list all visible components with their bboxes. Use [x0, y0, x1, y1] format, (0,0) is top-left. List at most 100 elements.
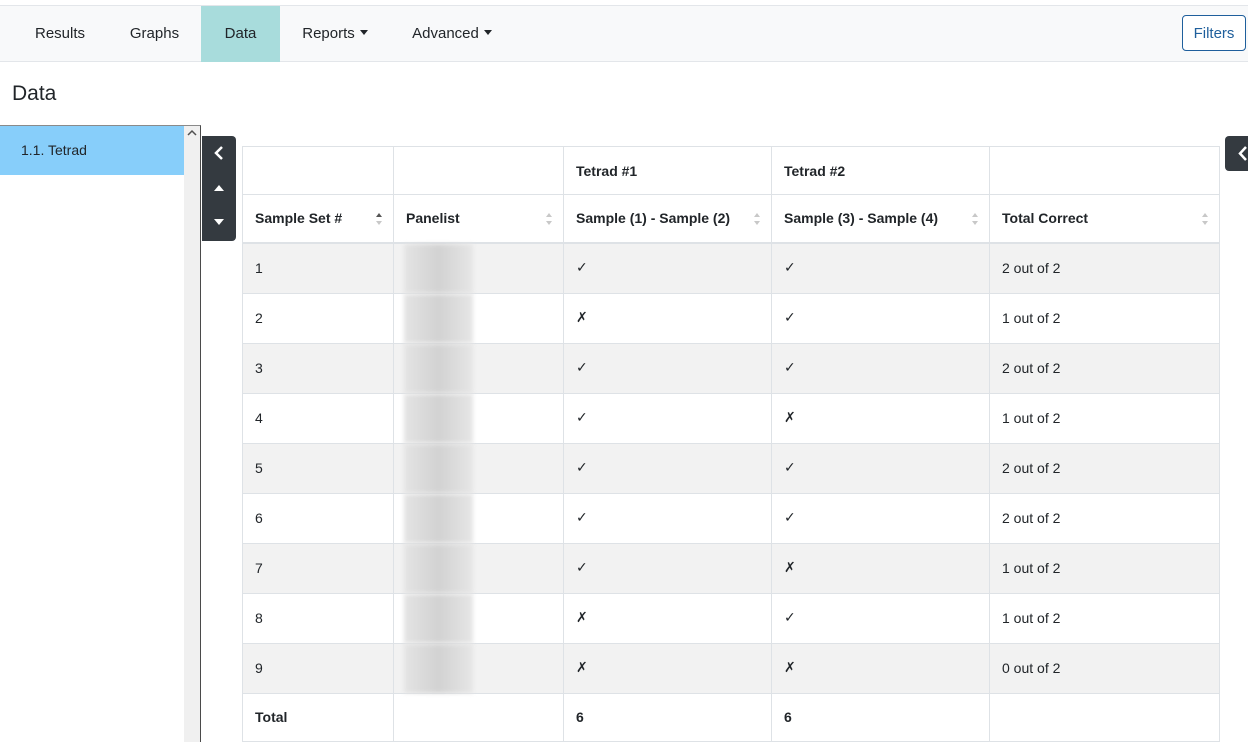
caret-down-icon: [359, 30, 368, 35]
column-header-label: Panelist: [406, 210, 460, 227]
column-header-panelist[interactable]: Panelist: [393, 194, 564, 244]
sample-set-list: 1.1. Tetrad: [0, 125, 201, 742]
cell-sample-set: 3: [242, 342, 394, 394]
cell-sample-set: 6: [242, 492, 394, 544]
cell-panelist: [393, 242, 564, 294]
tab-reports[interactable]: Reports: [290, 6, 380, 62]
cell-tetrad-2: ✓: [771, 292, 990, 344]
data-table: Tetrad #1 Tetrad #2 Sample Set # Panelis…: [242, 146, 1220, 742]
redacted-panelist: [404, 593, 473, 643]
group-header-tetrad-2: Tetrad #2: [771, 146, 990, 195]
cell-sample-set: 2: [242, 292, 394, 344]
filters-button[interactable]: Filters: [1182, 15, 1246, 51]
sort-arrows-icon[interactable]: [1201, 212, 1209, 226]
cell-tetrad-2: ✗: [771, 642, 990, 694]
cell-total-correct: 2 out of 2: [989, 342, 1220, 394]
table-row: 8 ✗ ✓ 1 out of 2: [242, 592, 1220, 644]
column-header-label: Total Correct: [1002, 210, 1089, 227]
caret-down-icon: [483, 30, 492, 35]
sort-arrows-icon[interactable]: [375, 212, 383, 226]
scroll-up-icon[interactable]: [187, 128, 197, 138]
redacted-panelist: [404, 443, 473, 493]
cell-tetrad-1: ✓: [563, 492, 772, 544]
cell-panelist: [393, 392, 564, 444]
table-row: 3 ✓ ✓ 2 out of 2: [242, 342, 1220, 394]
cell-total-correct: 2 out of 2: [989, 442, 1220, 494]
cell-tetrad-1-total: 6: [563, 692, 772, 742]
list-scrollbar[interactable]: [184, 126, 200, 742]
list-item-tetrad[interactable]: 1.1. Tetrad: [0, 126, 184, 175]
cell-tetrad-1: ✗: [563, 642, 772, 694]
table-row: 4 ✓ ✗ 1 out of 2: [242, 392, 1220, 444]
cell-tetrad-1: ✗: [563, 592, 772, 644]
column-header-tetrad-1[interactable]: Sample (1) - Sample (2): [563, 194, 772, 244]
cell-sample-set: 8: [242, 592, 394, 644]
cell-tetrad-2: ✗: [771, 542, 990, 594]
table-row: 9 ✗ ✗ 0 out of 2: [242, 642, 1220, 694]
tab-advanced[interactable]: Advanced: [400, 6, 504, 62]
cell-panelist: [393, 492, 564, 544]
tab-label: Reports: [302, 25, 355, 42]
cell-total-correct: [989, 692, 1220, 742]
cell-panelist: [393, 592, 564, 644]
group-header: [989, 146, 1220, 195]
cell-tetrad-2: ✓: [771, 442, 990, 494]
side-controls: [202, 136, 236, 241]
sort-arrows-icon[interactable]: [545, 212, 553, 226]
cell-total-correct: 1 out of 2: [989, 392, 1220, 444]
top-nav: Results Graphs Data Reports Advanced Fil…: [0, 5, 1248, 62]
group-header: [242, 146, 394, 195]
redacted-panelist: [404, 343, 473, 393]
cell-sample-set: 5: [242, 442, 394, 494]
tab-label: Graphs: [129, 25, 180, 42]
column-header-label: Sample (1) - Sample (2): [576, 210, 731, 227]
column-header-total-correct[interactable]: Total Correct: [989, 194, 1220, 244]
tab-label: Results: [34, 25, 86, 42]
cell-tetrad-1: ✓: [563, 342, 772, 394]
column-header-label: Sample (3) - Sample (4): [784, 210, 939, 227]
cell-total-correct: 1 out of 2: [989, 542, 1220, 594]
cell-tetrad-2: ✗: [771, 392, 990, 444]
cell-total-correct: 2 out of 2: [989, 242, 1220, 294]
redacted-panelist: [404, 393, 473, 443]
table-row: 7 ✓ ✗ 1 out of 2: [242, 542, 1220, 594]
page-title: Data: [12, 82, 57, 105]
total-row: Total 6 6: [242, 692, 1220, 742]
cell-total-correct: 1 out of 2: [989, 592, 1220, 644]
redacted-panelist: [404, 243, 473, 293]
table-row: 2 ✗ ✓ 1 out of 2: [242, 292, 1220, 344]
cell-tetrad-2: ✓: [771, 492, 990, 544]
cell-panelist: [393, 642, 564, 694]
redacted-panelist: [404, 493, 473, 543]
group-header-tetrad-1: Tetrad #1: [563, 146, 772, 195]
cell-panelist: [393, 542, 564, 594]
caret-down-icon[interactable]: [202, 214, 236, 230]
redacted-panelist: [404, 643, 473, 693]
cell-panelist: [393, 342, 564, 394]
right-panel-toggle[interactable]: [1225, 136, 1248, 171]
column-header-tetrad-2[interactable]: Sample (3) - Sample (4): [771, 194, 990, 244]
sort-arrows-icon[interactable]: [753, 212, 761, 226]
caret-up-icon[interactable]: [202, 180, 236, 196]
tab-data[interactable]: Data: [201, 6, 280, 62]
cell-total-correct: 2 out of 2: [989, 492, 1220, 544]
cell-tetrad-2: ✓: [771, 242, 990, 294]
cell-panelist: [393, 692, 564, 742]
cell-tetrad-2: ✓: [771, 592, 990, 644]
tab-results[interactable]: Results: [15, 6, 105, 62]
redacted-panelist: [404, 543, 473, 593]
cell-tetrad-2: ✓: [771, 342, 990, 394]
cell-panelist: [393, 292, 564, 344]
cell-total-label: Total: [242, 692, 394, 742]
table-row: 1 ✓ ✓ 2 out of 2: [242, 242, 1220, 294]
chevron-left-icon[interactable]: [202, 142, 236, 164]
chevron-left-icon: [1238, 146, 1247, 161]
group-header: [393, 146, 564, 195]
list-item-label: 1.1. Tetrad: [21, 142, 87, 158]
cell-tetrad-1: ✓: [563, 442, 772, 494]
cell-tetrad-1: ✓: [563, 542, 772, 594]
tab-graphs[interactable]: Graphs: [108, 6, 201, 62]
group-header-row: Tetrad #1 Tetrad #2: [242, 146, 1220, 195]
column-header-sample-set[interactable]: Sample Set #: [242, 194, 394, 244]
sort-arrows-icon[interactable]: [971, 212, 979, 226]
